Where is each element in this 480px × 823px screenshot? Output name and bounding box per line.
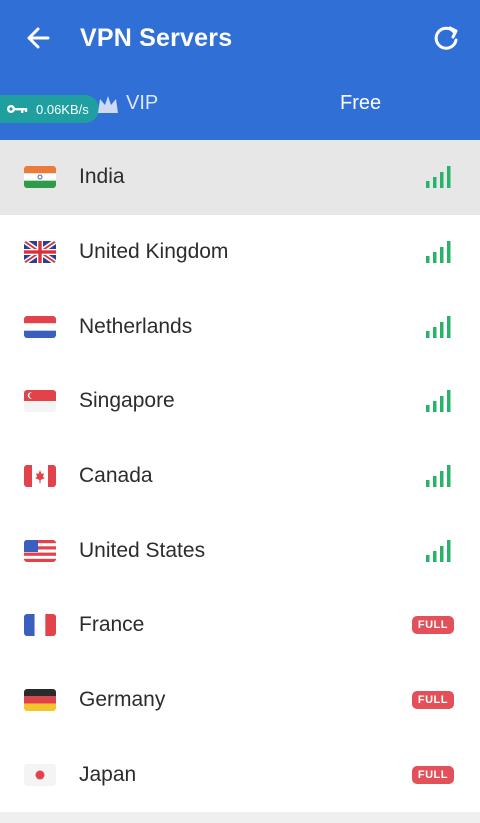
tab-vip[interactable]: VIP	[96, 92, 158, 115]
server-name: Canada	[79, 464, 153, 488]
india-flag-icon	[24, 166, 56, 189]
signal-icon	[426, 315, 451, 338]
usa-flag-icon	[24, 539, 56, 562]
tab-free[interactable]: Free	[340, 92, 381, 115]
signal-icon	[426, 390, 451, 413]
signal-icon	[426, 539, 451, 562]
server-name: Netherlands	[79, 314, 193, 338]
japan-flag-icon	[24, 763, 56, 786]
germany-flag-icon	[24, 689, 56, 712]
uk-flag-icon	[24, 241, 56, 264]
server-name: United Kingdom	[79, 240, 229, 264]
server-name: United States	[79, 538, 206, 562]
signal-icon	[426, 166, 451, 189]
bottom-bar	[0, 812, 480, 823]
full-badge: FULL	[411, 691, 454, 710]
server-name: Germany	[79, 688, 166, 712]
server-row-singapore[interactable]: Singapore	[0, 364, 480, 439]
arrow-left-icon	[27, 27, 50, 49]
speed-text: 0.06KB/s	[36, 101, 89, 117]
netherlands-flag-icon	[24, 315, 56, 338]
key-icon	[6, 103, 28, 115]
server-row-india[interactable]: India	[0, 140, 480, 215]
crown-icon	[96, 93, 120, 115]
server-row-united-states[interactable]: United States	[0, 513, 480, 588]
full-badge: FULL	[411, 616, 454, 635]
speed-badge: 0.06KB/s	[0, 95, 99, 123]
refresh-icon	[434, 26, 458, 50]
refresh-button[interactable]	[430, 22, 462, 54]
app-bar: VPN Servers 0.06KB/s VIP Free	[0, 0, 480, 140]
server-name: France	[79, 613, 145, 637]
server-list: India United Kingdom Netherlands Singapo…	[0, 140, 480, 812]
server-name: India	[79, 165, 125, 189]
server-row-japan[interactable]: Japan FULL	[0, 738, 480, 813]
server-name: Singapore	[79, 389, 175, 413]
full-badge: FULL	[411, 765, 454, 784]
server-row-netherlands[interactable]: Netherlands	[0, 289, 480, 364]
server-row-canada[interactable]: Canada	[0, 439, 480, 514]
signal-icon	[426, 465, 451, 488]
server-row-united-kingdom[interactable]: United Kingdom	[0, 215, 480, 290]
france-flag-icon	[24, 614, 56, 637]
signal-icon	[426, 241, 451, 264]
page-title: VPN Servers	[80, 24, 233, 52]
tab-free-label: Free	[340, 92, 382, 114]
tab-vip-label: VIP	[126, 92, 159, 114]
singapore-flag-icon	[24, 390, 56, 413]
back-button[interactable]	[22, 20, 56, 56]
server-row-germany[interactable]: Germany FULL	[0, 663, 480, 738]
canada-flag-icon	[24, 465, 56, 488]
server-name: Japan	[79, 762, 137, 786]
server-row-france[interactable]: France FULL	[0, 588, 480, 663]
